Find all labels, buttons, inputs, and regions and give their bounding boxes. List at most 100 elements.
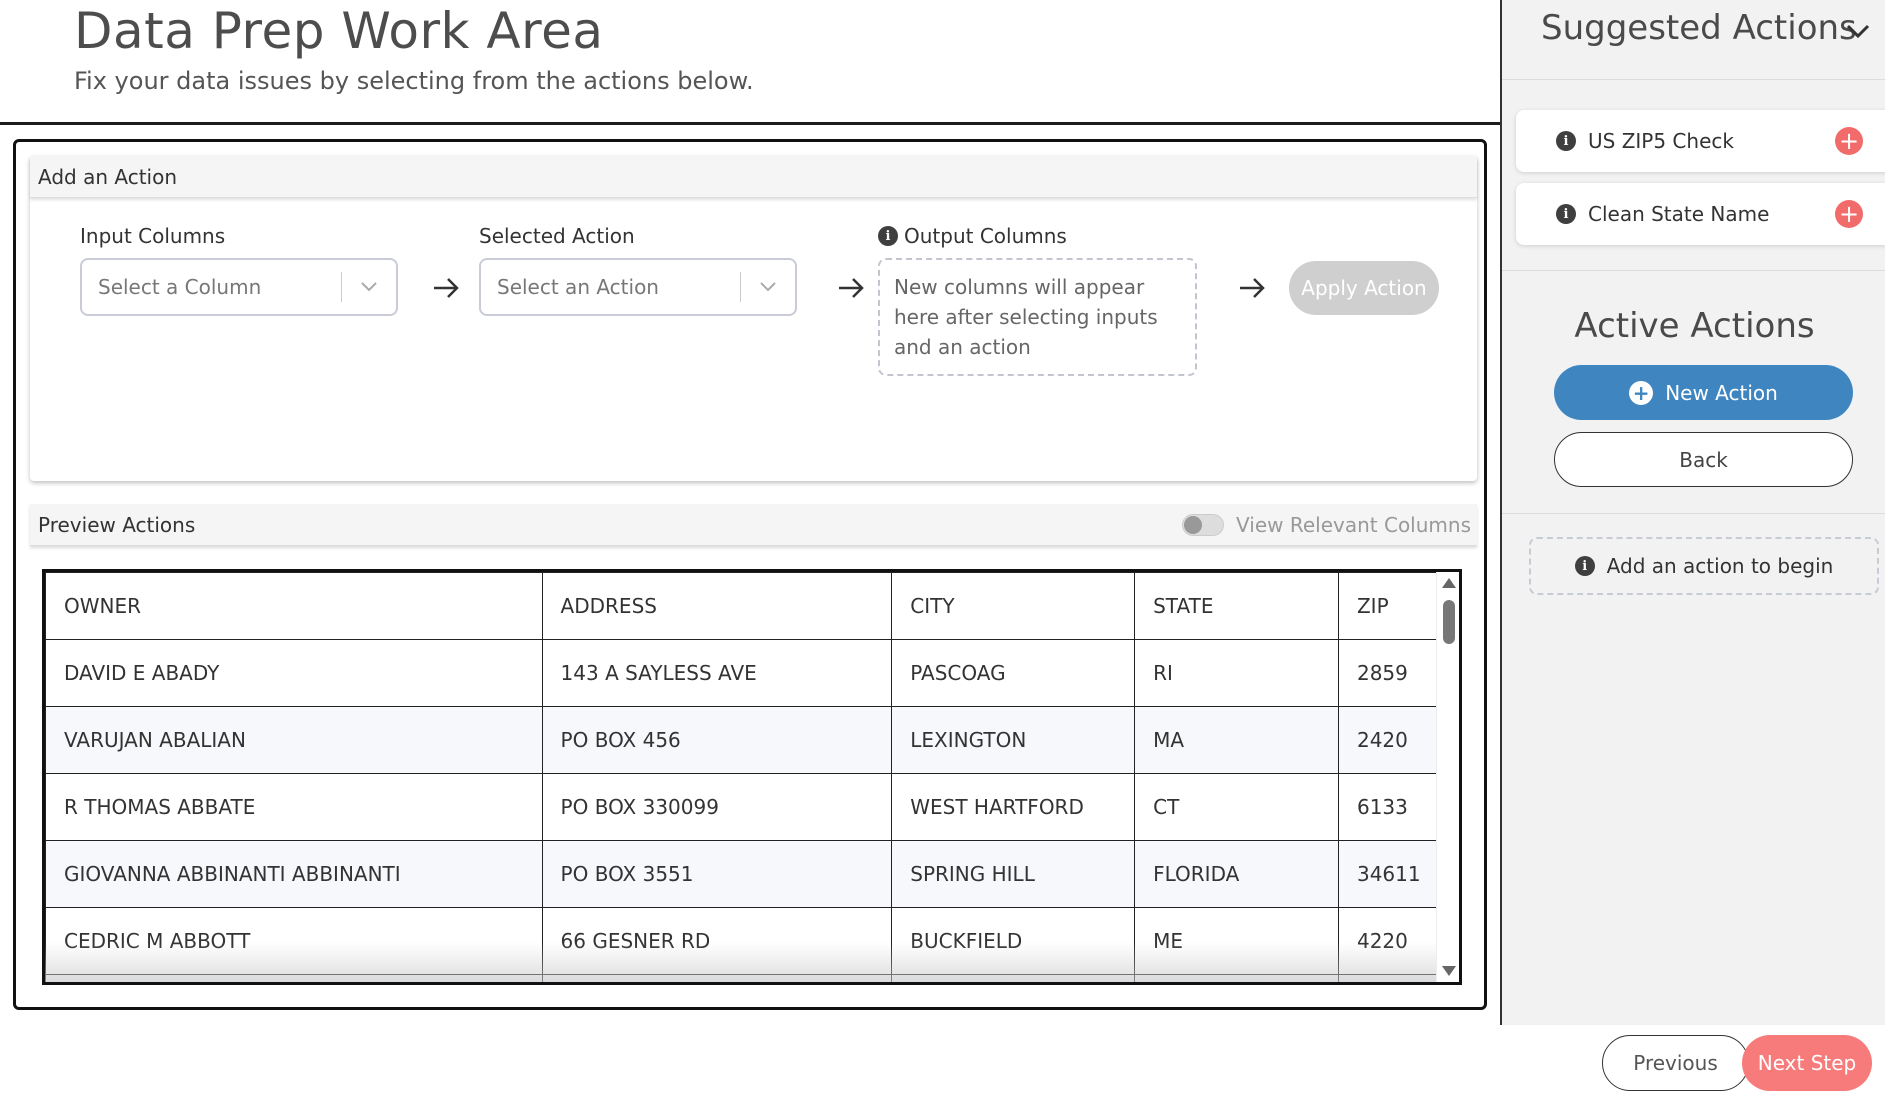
info-icon: i [1574,556,1595,576]
page-header: Data Prep Work Area Fix your data issues… [0,0,1500,125]
page-title: Data Prep Work Area [74,2,604,60]
output-columns-label-wrap: i Output Columns [878,224,1067,248]
suggestion-label: US ZIP5 Check [1588,129,1734,153]
table-header-row: OWNER ADDRESS CITY STATE ZIP [45,572,1440,640]
new-action-button[interactable]: + New Action [1554,365,1853,420]
input-columns-select[interactable]: Select a Column [80,258,398,316]
previous-button[interactable]: Previous [1602,1035,1749,1091]
add-action-hint-label: Add an action to begin [1606,554,1834,578]
column-header-owner[interactable]: OWNER [45,572,543,640]
cell-city: LEXINGTON [891,706,1136,774]
table-scrollbar[interactable] [1436,572,1459,982]
add-action-header: Add an Action [30,156,1477,198]
output-columns-box: New columns will appear here after selec… [878,258,1197,376]
arrow-right-icon [839,278,864,298]
cell-address: 66 GESNER RD [541,907,893,975]
column-header-zip[interactable]: ZIP [1337,572,1440,640]
cell-owner: CEDRIC M ABBOTT [45,907,543,975]
scroll-up-arrow-icon[interactable] [1442,578,1456,588]
suggested-actions-title: Suggested Actions [1541,8,1857,48]
cell-state: RI [1134,639,1339,707]
cell-zip: 6133 [1337,773,1440,841]
suggestion-us-zip5-check[interactable]: i US ZIP5 Check + [1516,110,1885,172]
arrow-right-icon [434,278,459,298]
cell-zip: 4220 [1337,907,1440,975]
table-row: DAVID E ABADY 143 A SAYLESS AVE PASCOAG … [45,639,1440,707]
table-row: CEDRIC M ABBOTT 66 GESNER RD BUCKFIELD M… [45,907,1440,975]
add-action-card: Add an Action Input Columns Select a Col… [30,156,1477,481]
cell-state: FLORIDA [1134,840,1339,908]
cell-state: ME [1134,907,1339,975]
new-action-label: New Action [1665,380,1778,405]
cell-state [1134,974,1339,982]
view-relevant-columns-label: View Relevant Columns [1236,513,1471,537]
wizard-footer: Previous Next Step [0,1025,1885,1098]
view-relevant-columns-toggle-wrap: View Relevant Columns [1182,504,1471,546]
add-action-hint: i Add an action to begin [1529,537,1879,595]
next-step-button[interactable]: Next Step [1742,1035,1872,1091]
table-row: VARUJAN ABALIAN PO BOX 456 LEXINGTON MA … [45,706,1440,774]
column-header-state[interactable]: STATE [1134,572,1339,640]
column-header-city[interactable]: CITY [891,572,1136,640]
cell-address [541,974,893,982]
cell-state: CT [1134,773,1339,841]
preview-actions-title: Preview Actions [38,512,196,537]
info-icon[interactable]: i [878,226,898,246]
info-icon[interactable]: i [1556,204,1576,224]
cell-zip [1337,974,1440,982]
cell-address: 143 A SAYLESS AVE [541,639,893,707]
info-icon[interactable]: i [1556,131,1576,151]
suggested-actions-header[interactable]: Suggested Actions [1502,0,1885,80]
cell-zip: 2420 [1337,706,1440,774]
cell-owner: R THOMAS ABBATE [45,773,543,841]
suggestion-label: Clean State Name [1588,202,1770,226]
input-columns-placeholder: Select a Column [98,275,262,299]
apply-action-button[interactable]: Apply Action [1289,261,1439,315]
cell-city: PASCOAG [891,639,1136,707]
table-row: R THOMAS ABBATE PO BOX 330099 WEST HARTF… [45,773,1440,841]
table-row [45,974,1440,982]
scroll-thumb[interactable] [1443,600,1455,644]
work-area-frame: Add an Action Input Columns Select a Col… [13,139,1487,1010]
preview-actions-header: Preview Actions View Relevant Columns [30,504,1477,546]
cell-city: WEST HARTFORD [891,773,1136,841]
cell-owner: VARUJAN ABALIAN [45,706,543,774]
suggested-actions-sidebar: Suggested Actions i US ZIP5 Check + i Cl… [1500,0,1885,1025]
cell-city: SPRING HILL [891,840,1136,908]
cell-address: PO BOX 456 [541,706,893,774]
cell-state: MA [1134,706,1339,774]
suggestion-clean-state-name[interactable]: i Clean State Name + [1516,183,1885,245]
cell-city [891,974,1136,982]
active-actions-title: Active Actions [1574,306,1815,346]
arrow-right-icon [1240,278,1265,298]
plus-circle-icon: + [1629,380,1654,405]
output-columns-label: Output Columns [904,224,1067,248]
chevron-down-icon[interactable] [342,281,396,293]
input-columns-label: Input Columns [80,224,226,248]
selected-action-select[interactable]: Select an Action [479,258,797,316]
selected-action-label: Selected Action [479,224,635,248]
preview-actions-card: Preview Actions View Relevant Columns OW… [30,504,1477,999]
cell-owner: GIOVANNA ABBINANTI ABBINANTI [45,840,543,908]
cell-address: PO BOX 3551 [541,840,893,908]
sidebar-divider [1502,270,1885,271]
cell-city: BUCKFIELD [891,907,1136,975]
preview-table: OWNER ADDRESS CITY STATE ZIP DAVID E ABA… [45,572,1440,982]
cell-owner: DAVID E ABADY [45,639,543,707]
add-suggestion-plus-icon[interactable]: + [1835,127,1863,155]
table-row: GIOVANNA ABBINANTI ABBINANTI PO BOX 3551… [45,840,1440,908]
page-subtitle: Fix your data issues by selecting from t… [74,67,754,95]
add-suggestion-plus-icon[interactable]: + [1835,200,1863,228]
chevron-down-icon[interactable] [1845,22,1871,40]
cell-owner [45,974,543,982]
sidebar-divider [1502,513,1885,514]
cell-zip: 2859 [1337,639,1440,707]
scroll-down-arrow-icon[interactable] [1442,966,1456,976]
view-relevant-columns-toggle[interactable] [1182,514,1225,536]
chevron-down-icon[interactable] [741,281,795,293]
column-header-address[interactable]: ADDRESS [541,572,893,640]
cell-address: PO BOX 330099 [541,773,893,841]
selected-action-placeholder: Select an Action [497,275,659,299]
back-button[interactable]: Back [1554,432,1853,487]
toggle-knob [1184,516,1203,534]
